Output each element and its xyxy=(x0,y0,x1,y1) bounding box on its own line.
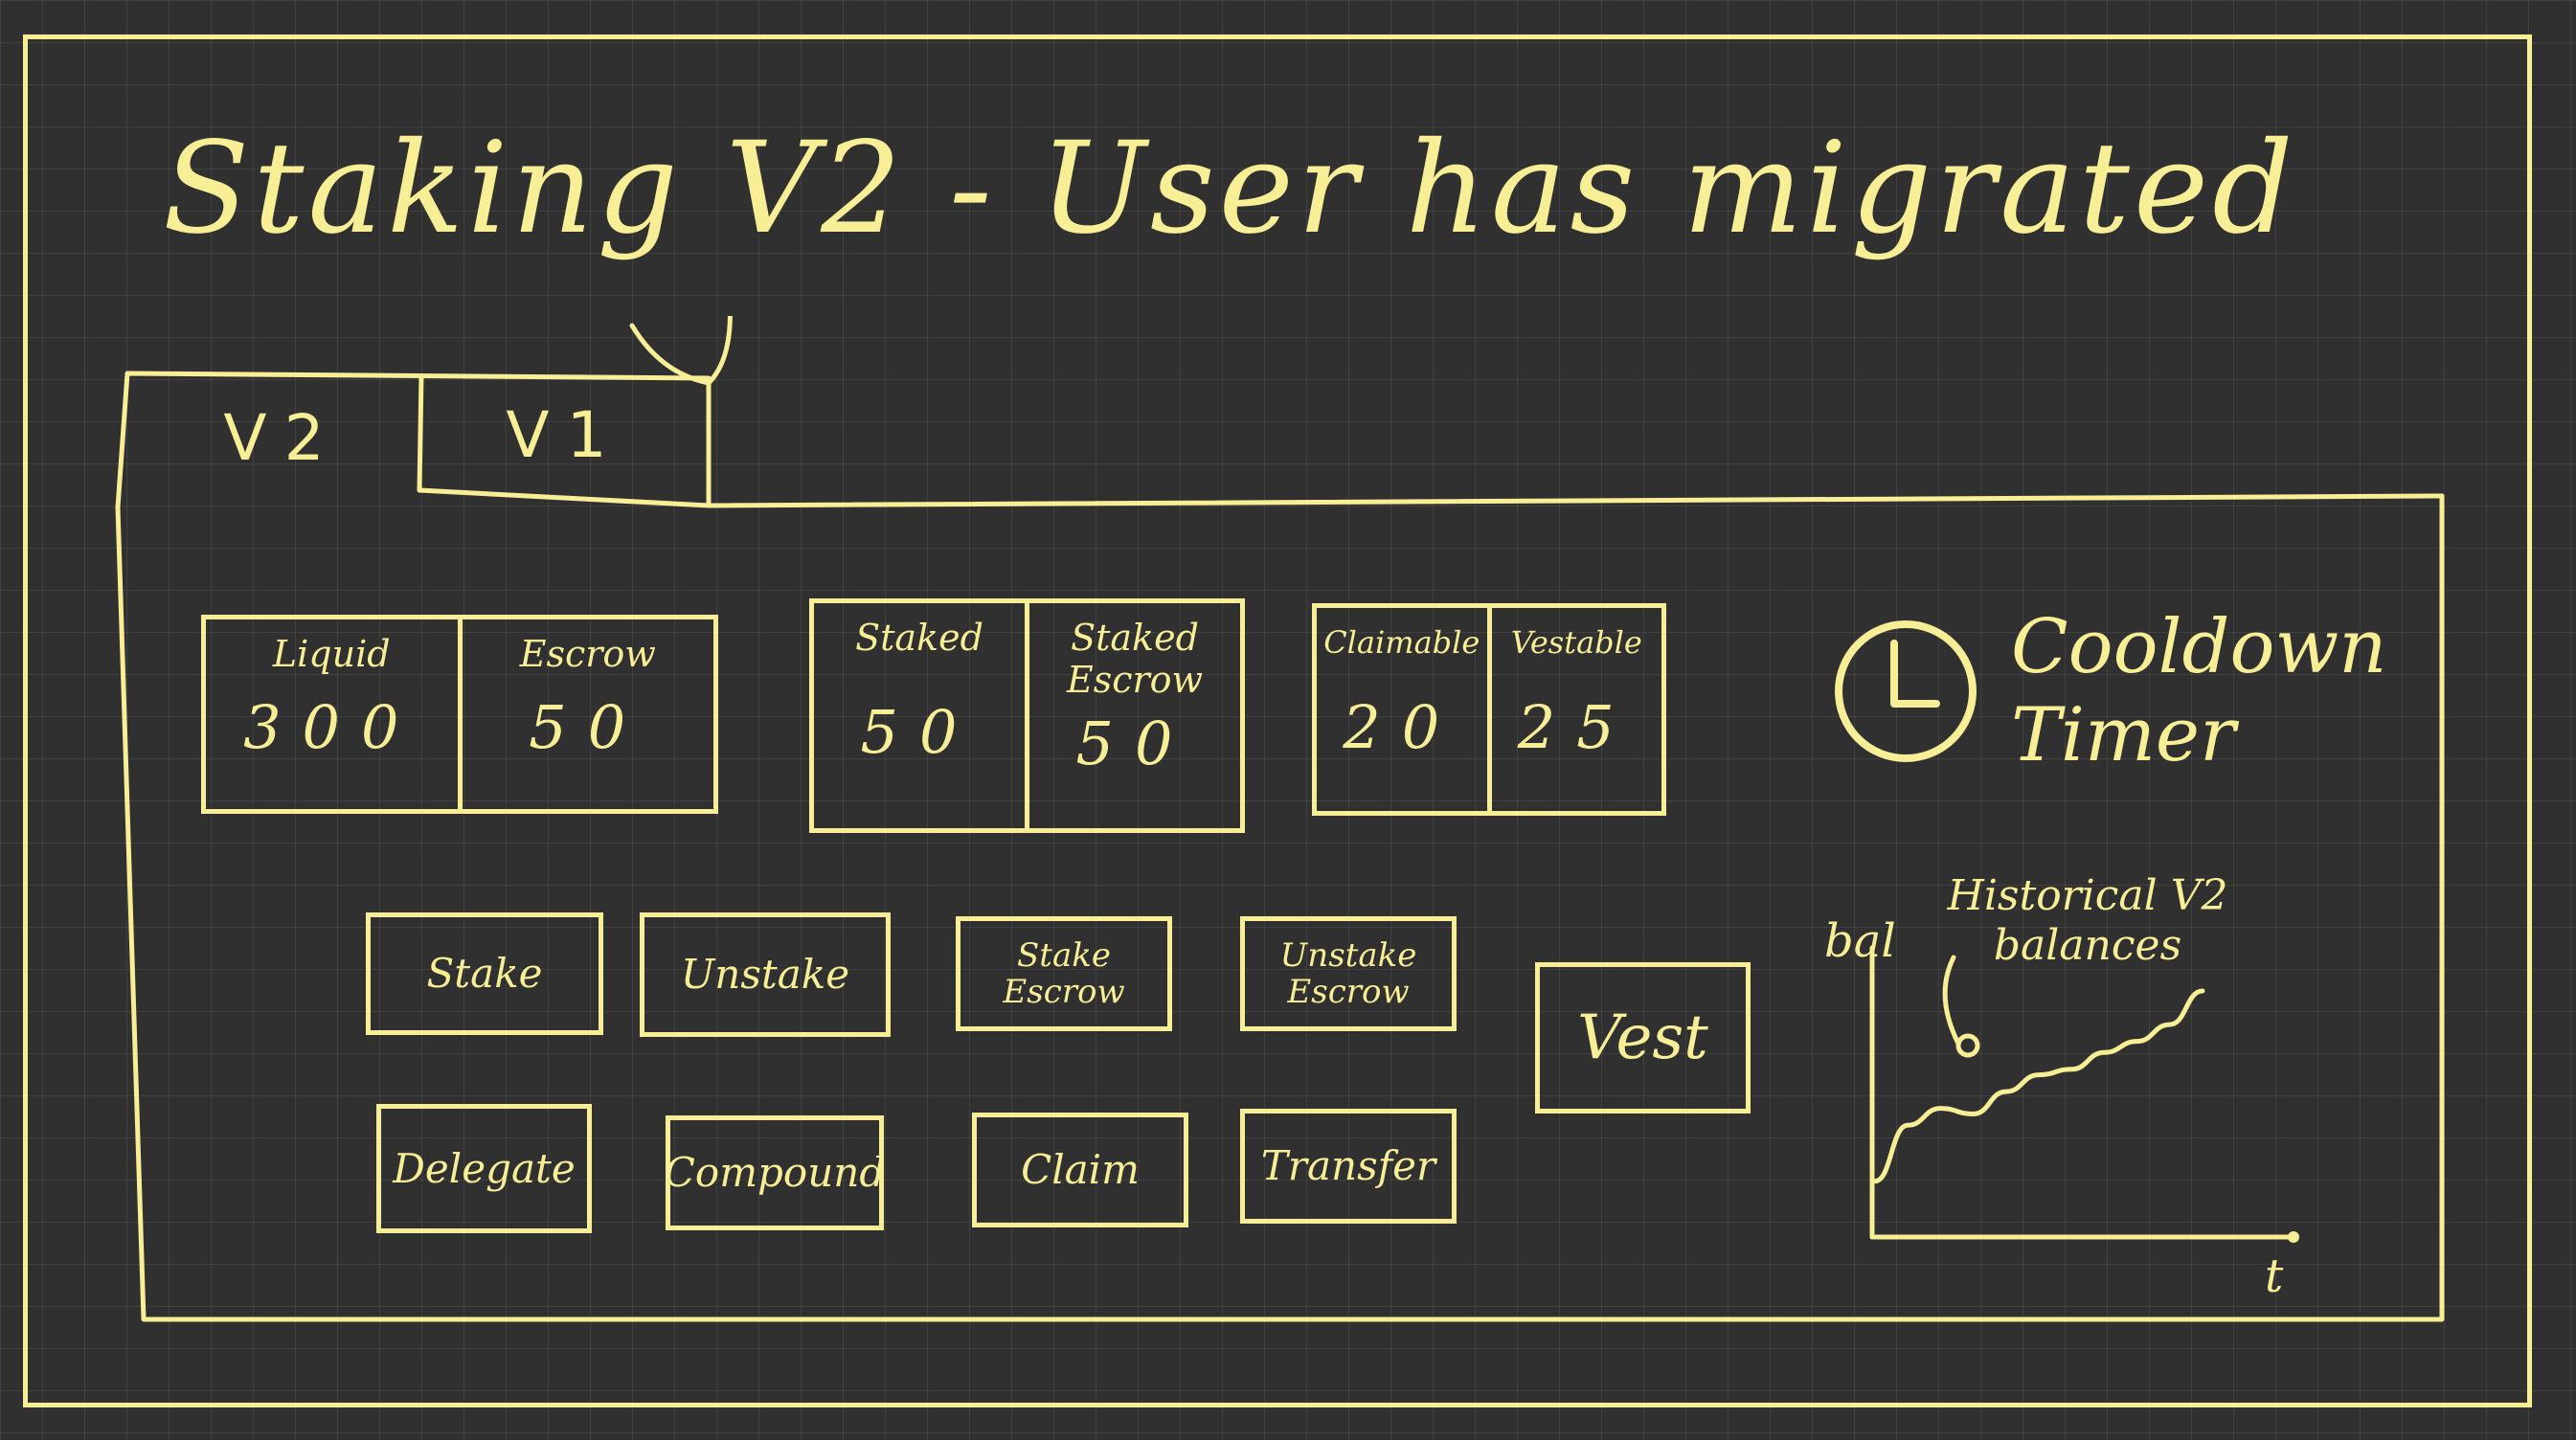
title-hook xyxy=(629,316,733,386)
liquid-label: Liquid xyxy=(272,633,391,675)
claimable-label: Claimable xyxy=(1323,624,1480,661)
escrow-cell: Escrow 50 xyxy=(457,619,714,809)
cooldown-timer: Cooldown Timer xyxy=(1829,603,2394,779)
page-title: Staking V2 - User has migrated xyxy=(163,115,2297,262)
vestable-value: 25 xyxy=(1517,692,1636,762)
balance-group-staked: Staked 50 Staked Escrow 50 xyxy=(809,598,1245,833)
tab-v1[interactable]: V1 xyxy=(421,383,709,488)
delegate-button[interactable]: Delegate xyxy=(376,1104,592,1233)
chart-x-label: t xyxy=(2265,1249,2284,1303)
unstake-button[interactable]: Unstake xyxy=(640,912,891,1037)
claimable-value: 20 xyxy=(1343,692,1461,762)
escrow-value: 50 xyxy=(529,692,647,762)
claimable-cell: Claimable 20 xyxy=(1317,608,1487,811)
staked-escrow-value: 50 xyxy=(1075,709,1194,778)
claim-button[interactable]: Claim xyxy=(972,1113,1188,1227)
transfer-button[interactable]: Transfer xyxy=(1240,1109,1457,1224)
staked-escrow-label: Staked Escrow xyxy=(1066,617,1204,701)
staked-escrow-cell: Staked Escrow 50 xyxy=(1025,603,1240,828)
chart-y-label: bal xyxy=(1824,914,1896,968)
stake-button[interactable]: Stake xyxy=(366,912,603,1035)
clock-icon xyxy=(1835,620,1977,762)
balance-group-claimable-vestable: Claimable 20 Vestable 25 xyxy=(1312,603,1666,816)
liquid-cell: Liquid 300 xyxy=(206,619,458,809)
vest-button[interactable]: Vest xyxy=(1535,962,1751,1114)
unstake-escrow-button[interactable]: Unstake Escrow xyxy=(1240,916,1457,1031)
balance-group-liquid-escrow: Liquid 300 Escrow 50 xyxy=(201,615,718,814)
vestable-cell: Vestable 25 xyxy=(1486,608,1662,811)
compound-button[interactable]: Compound xyxy=(666,1115,884,1230)
vestable-label: Vestable xyxy=(1510,624,1642,661)
stake-escrow-button[interactable]: Stake Escrow xyxy=(956,916,1172,1031)
staked-label: Staked xyxy=(855,617,983,659)
chart-title: Historical V2 balances xyxy=(1947,871,2228,970)
tab-v2[interactable]: V2 xyxy=(163,397,402,479)
liquid-value: 300 xyxy=(243,692,420,762)
escrow-label: Escrow xyxy=(519,633,656,675)
cooldown-timer-label: Cooldown Timer xyxy=(2011,604,2387,778)
staked-cell: Staked 50 xyxy=(814,603,1025,828)
staked-value: 50 xyxy=(860,697,979,767)
